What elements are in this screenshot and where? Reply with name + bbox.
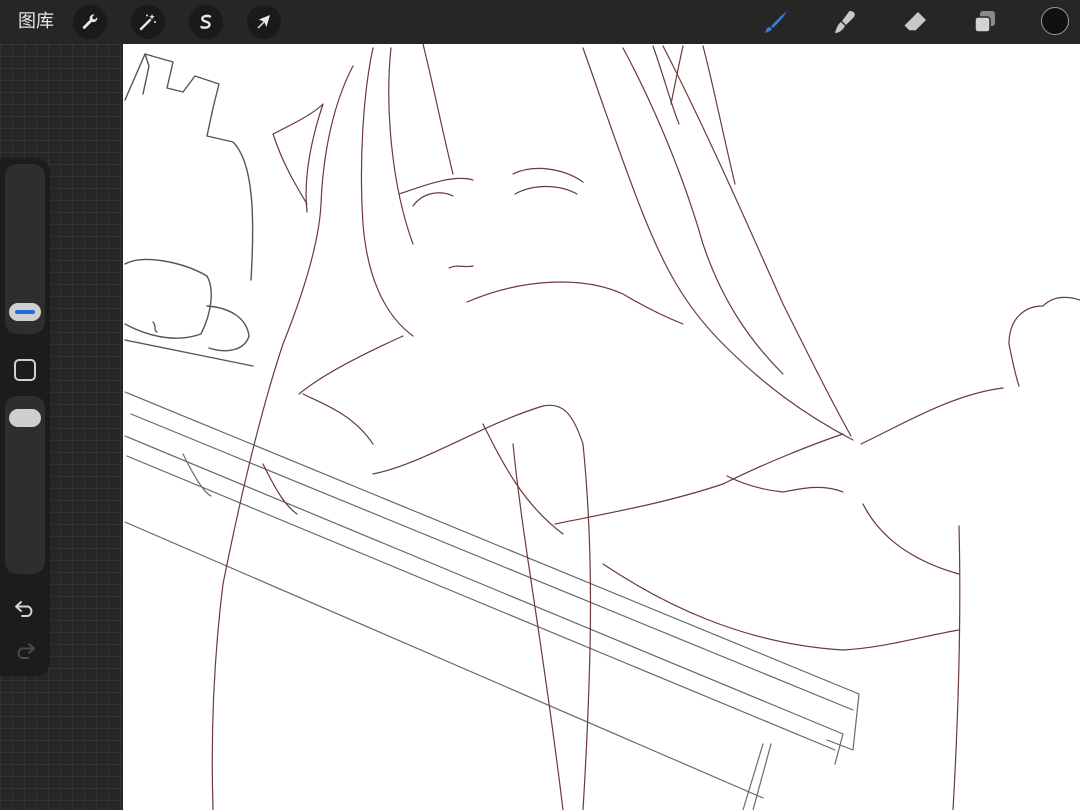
redo-icon [17, 643, 35, 659]
transform-button[interactable] [247, 5, 281, 39]
layers-icon [974, 11, 995, 33]
adjustments-button[interactable] [131, 5, 165, 39]
opacity-thumb[interactable] [9, 409, 41, 427]
brush-size-thumb[interactable] [9, 303, 41, 321]
top-toolbar: 图库 [0, 0, 1080, 44]
eraser-icon [903, 12, 926, 32]
brush-tool[interactable] [760, 6, 792, 38]
redo-button[interactable] [11, 638, 39, 662]
left-sidebar [0, 158, 50, 676]
selection-s-icon [200, 14, 212, 29]
sketch-artwork [124, 44, 1080, 810]
wrench-icon [82, 14, 98, 29]
modify-button[interactable] [14, 359, 36, 381]
undo-icon [15, 601, 33, 617]
arrow-cursor-icon [257, 15, 270, 29]
drawing-canvas[interactable] [123, 44, 1080, 810]
brush-size-slider[interactable] [5, 164, 45, 334]
layers-tool[interactable] [969, 6, 1001, 38]
undo-button[interactable] [11, 596, 39, 620]
selection-button[interactable] [189, 5, 223, 39]
color-picker[interactable] [1041, 7, 1069, 35]
brush-icon [765, 11, 787, 33]
smudge-tool[interactable] [829, 6, 861, 38]
eraser-tool[interactable] [899, 6, 931, 38]
magic-wand-icon [139, 14, 156, 31]
gallery-button[interactable]: 图库 [18, 10, 54, 34]
actions-button[interactable] [73, 5, 107, 39]
opacity-slider[interactable] [5, 396, 45, 574]
smudge-icon [835, 11, 855, 33]
